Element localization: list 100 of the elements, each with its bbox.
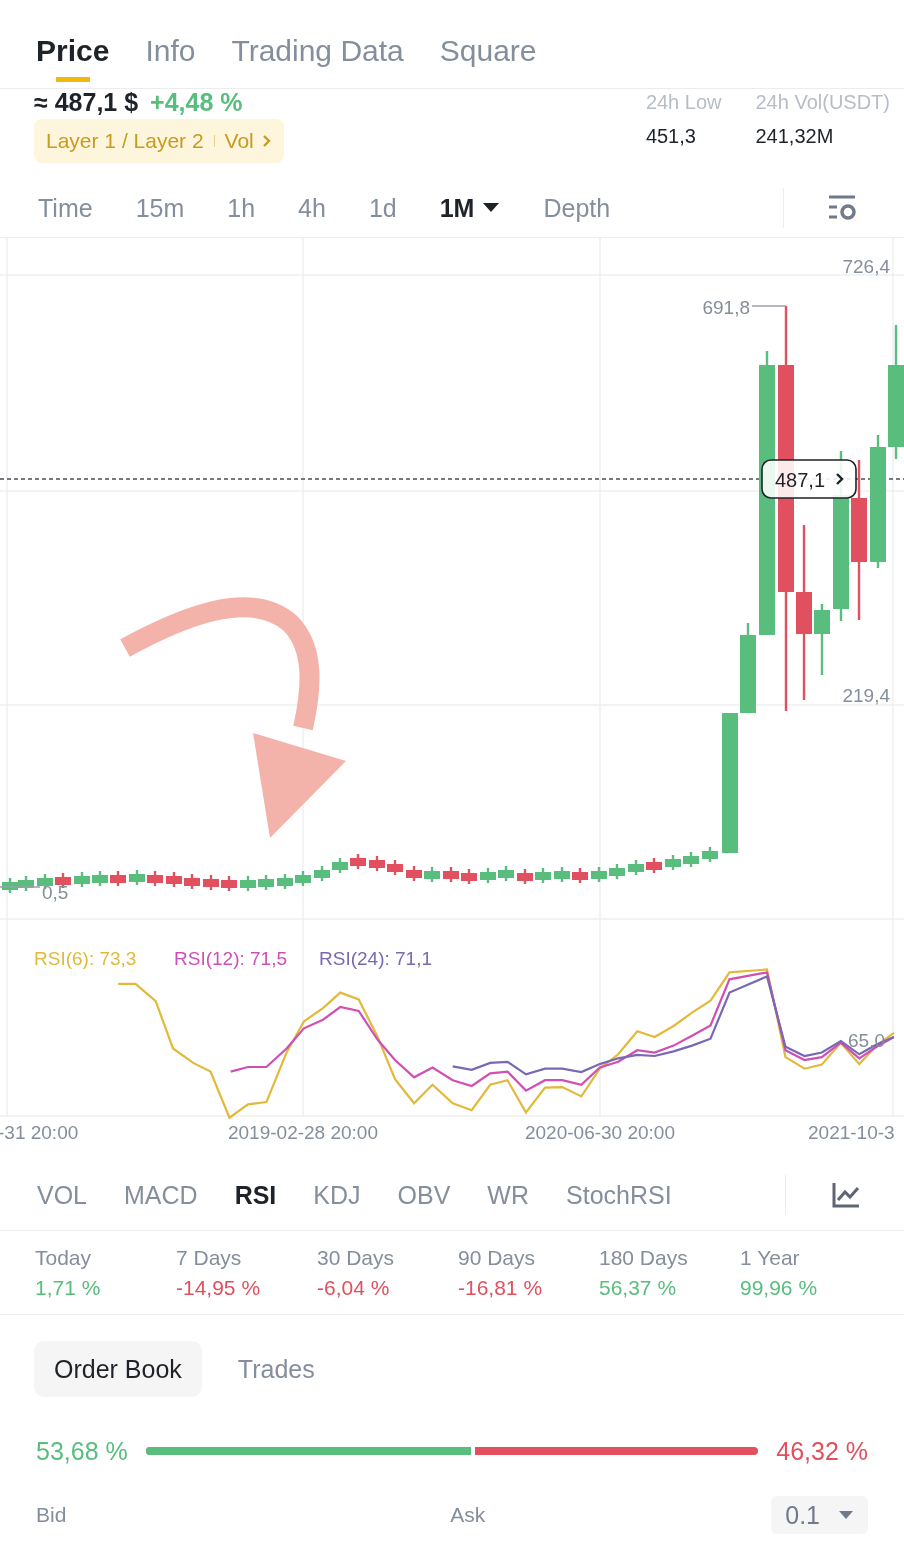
candle bbox=[554, 867, 570, 882]
candle bbox=[295, 871, 311, 886]
candle bbox=[184, 874, 200, 889]
price-change: +4,48 % bbox=[150, 89, 243, 115]
candle bbox=[424, 867, 440, 882]
price-value: ≈ 487,1 $ bbox=[34, 89, 139, 115]
date-axis-label: 2019-02-28 20:00 bbox=[228, 1122, 378, 1143]
low-price-label: 0,5 bbox=[42, 882, 69, 903]
indicator-tab[interactable]: WR bbox=[487, 1180, 529, 1210]
candle bbox=[110, 871, 126, 886]
period-label: 7 Days bbox=[176, 1245, 243, 1270]
stat-label: 24h Low bbox=[645, 91, 722, 113]
candle bbox=[240, 876, 256, 891]
vol-link[interactable]: Vol bbox=[224, 129, 272, 153]
stat-value: 451,3 bbox=[645, 125, 697, 148]
candle bbox=[628, 860, 644, 875]
indicator-tab[interactable]: StochRSI bbox=[566, 1180, 672, 1210]
candle bbox=[129, 870, 145, 885]
candle bbox=[683, 852, 699, 867]
page-tab[interactable]: Info bbox=[145, 20, 196, 82]
caret-icon bbox=[482, 202, 501, 214]
ask-percent: 46,32 % bbox=[776, 1436, 868, 1466]
candle bbox=[203, 875, 219, 890]
order-tab[interactable]: Order Book bbox=[34, 1341, 202, 1397]
period-label: Today bbox=[35, 1245, 93, 1270]
candle bbox=[147, 871, 163, 886]
candle bbox=[406, 866, 422, 881]
candle bbox=[387, 860, 403, 875]
bid-percent: 53,68 % bbox=[36, 1436, 128, 1466]
candle bbox=[55, 873, 71, 888]
order-tab[interactable]: Trades bbox=[217, 1341, 335, 1397]
page-tab[interactable]: Trading Data bbox=[231, 20, 404, 82]
rsi-legend: RSI(24): 71,1 bbox=[319, 948, 432, 969]
interval-tab[interactable]: 1M bbox=[439, 193, 501, 223]
interval-tab[interactable]: 4h bbox=[298, 193, 326, 223]
settings-icon[interactable] bbox=[828, 195, 858, 221]
candle bbox=[221, 876, 237, 891]
indicator-tab[interactable]: VOL bbox=[37, 1180, 88, 1210]
last-price-tag[interactable]: 487,1 bbox=[761, 459, 857, 499]
caret-icon bbox=[838, 1510, 854, 1520]
period-change: 99,96 % bbox=[740, 1275, 819, 1300]
date-axis-label: 2020-06-30 20:00 bbox=[525, 1122, 675, 1143]
rsi-axis-label: 65,0 bbox=[848, 1030, 885, 1051]
high-price-label: 691,8 bbox=[702, 297, 750, 318]
period-change: 56,37 % bbox=[599, 1275, 678, 1300]
candle bbox=[18, 876, 34, 891]
indicator-tab[interactable]: KDJ bbox=[313, 1180, 361, 1210]
candle bbox=[350, 854, 366, 869]
interval-tab[interactable]: 1d bbox=[368, 193, 397, 223]
candle bbox=[74, 872, 90, 887]
candle bbox=[332, 858, 348, 873]
period-label: 180 Days bbox=[599, 1245, 689, 1270]
candle bbox=[646, 858, 662, 873]
candle bbox=[314, 866, 330, 881]
period-change: -14,95 % bbox=[176, 1275, 262, 1300]
candle bbox=[166, 872, 182, 887]
ask-label: Ask bbox=[450, 1503, 486, 1527]
candle bbox=[258, 875, 274, 890]
precision-dropdown[interactable]: 0.1 bbox=[771, 1496, 868, 1534]
interval-tab[interactable]: Depth bbox=[543, 193, 611, 223]
candle bbox=[480, 868, 496, 883]
candle bbox=[443, 867, 459, 882]
interval-tab[interactable]: Time bbox=[38, 193, 93, 223]
candle bbox=[665, 855, 681, 870]
candle bbox=[369, 856, 385, 871]
price-axis-label: 219,4 bbox=[842, 685, 890, 706]
line-chart-icon[interactable] bbox=[832, 1182, 860, 1208]
candle bbox=[702, 847, 718, 862]
chevron-icon bbox=[261, 134, 272, 148]
leader-line bbox=[751, 305, 787, 307]
date-axis-label: 2021-10-3 bbox=[808, 1122, 895, 1143]
period-label: 90 Days bbox=[458, 1245, 537, 1270]
tag-label[interactable]: Layer 1 / Layer 2 bbox=[46, 129, 204, 153]
candle bbox=[609, 864, 625, 879]
candle bbox=[535, 868, 551, 883]
interval-tab[interactable]: 15m bbox=[135, 193, 185, 223]
rsi-legend: RSI(6): 73,3 bbox=[34, 948, 137, 969]
period-change: 1,71 % bbox=[35, 1275, 102, 1300]
indicator-tab[interactable]: OBV bbox=[397, 1180, 451, 1210]
indicator-tab[interactable]: MACD bbox=[124, 1180, 198, 1210]
period-label: 1 Year bbox=[740, 1245, 801, 1270]
indicator-tab[interactable]: RSI bbox=[234, 1180, 277, 1210]
candle bbox=[517, 869, 533, 884]
stat-label: 24h Vol(USDT) bbox=[755, 91, 890, 113]
candle bbox=[277, 874, 293, 889]
page-tab[interactable]: Square bbox=[439, 20, 537, 82]
period-label: 30 Days bbox=[317, 1245, 396, 1270]
rsi-legend: RSI(12): 71,5 bbox=[174, 948, 287, 969]
candle bbox=[498, 866, 514, 881]
period-change: -6,04 % bbox=[317, 1275, 391, 1300]
candle bbox=[2, 878, 18, 893]
candle bbox=[591, 867, 607, 882]
leader-line bbox=[0, 886, 41, 888]
candle bbox=[572, 868, 588, 883]
candle bbox=[92, 871, 108, 886]
candle bbox=[461, 869, 477, 884]
bid-label: Bid bbox=[36, 1503, 67, 1527]
candle bbox=[814, 604, 830, 675]
interval-tab[interactable]: 1h bbox=[227, 193, 256, 223]
price-axis-label: 726,4 bbox=[842, 256, 890, 277]
